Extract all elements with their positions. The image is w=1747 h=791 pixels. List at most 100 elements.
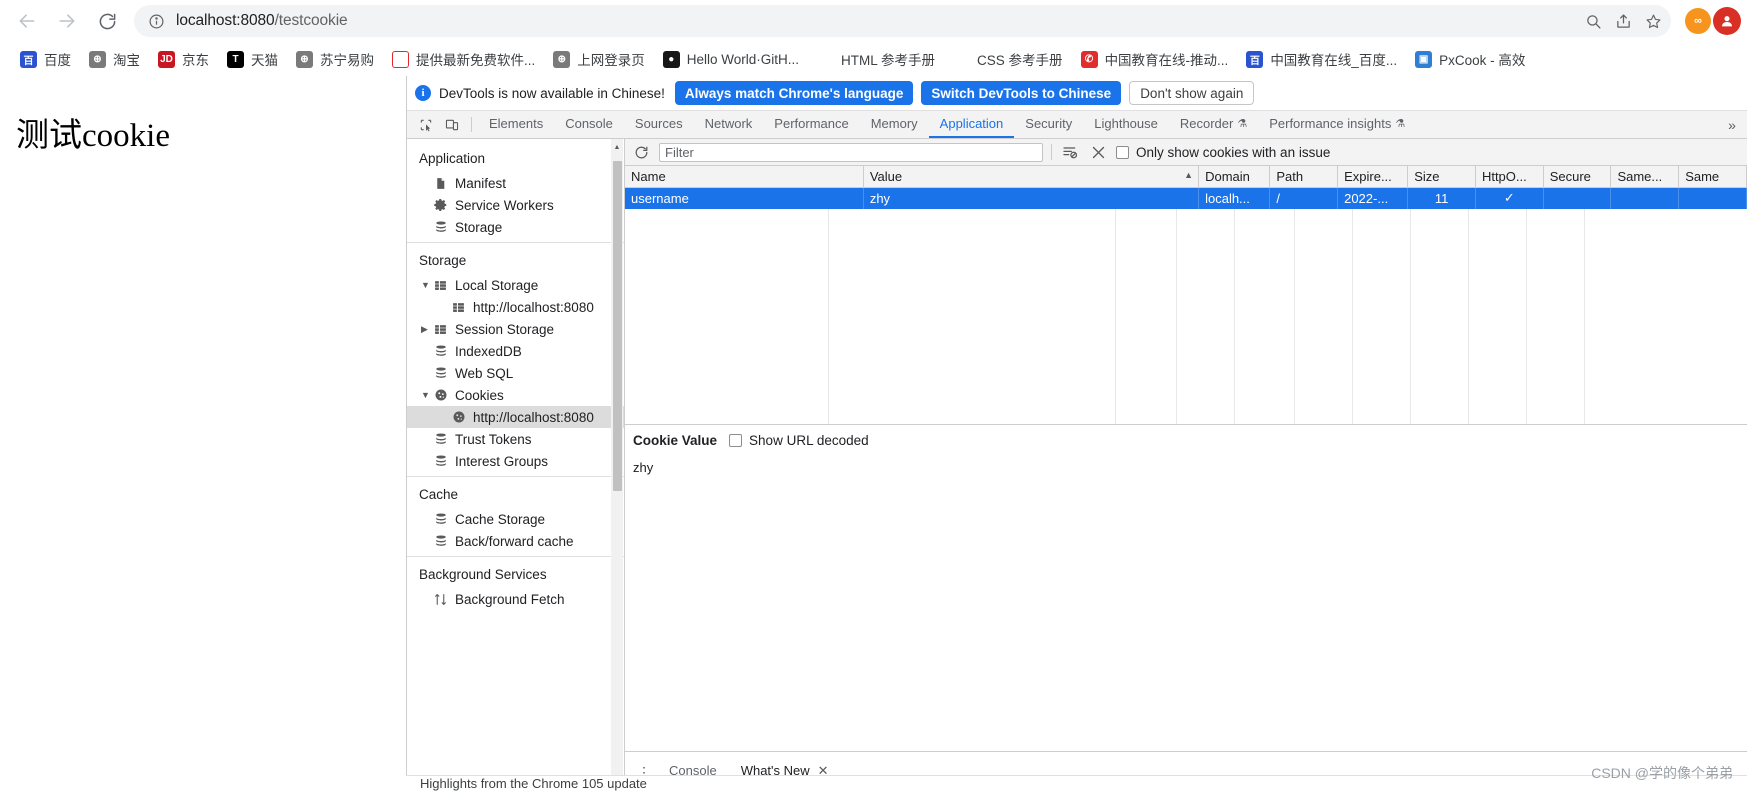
table-row[interactable]: username zhy localh... / 2022-... 11 ✓ (625, 187, 1747, 209)
tab-lighthouse[interactable]: Lighthouse (1083, 111, 1169, 138)
sidebar-scrollbar[interactable]: ▲ ▼ (611, 139, 623, 791)
bookmark-item[interactable]: U 提供最新免费软件... (386, 46, 541, 72)
share-icon[interactable] (1609, 7, 1637, 35)
inspect-element-icon[interactable] (413, 111, 439, 138)
scrollbar-up-arrow-icon[interactable]: ▲ (611, 141, 623, 154)
twisty-expanded-icon[interactable]: ▼ (421, 390, 431, 400)
cell-httponly[interactable]: ✓ (1475, 187, 1544, 209)
forward-button[interactable] (50, 4, 84, 38)
cell-name[interactable]: username (625, 187, 864, 209)
column-header-name[interactable]: Name (625, 166, 864, 188)
column-label: Value (869, 169, 903, 184)
sidebar-item-indexeddb[interactable]: IndexedDB (407, 340, 624, 362)
show-url-decoded-checkbox[interactable]: Show URL decoded (729, 433, 869, 448)
column-header-path[interactable]: Path (1269, 166, 1339, 188)
reload-button[interactable] (90, 4, 124, 38)
refresh-icon[interactable] (631, 142, 651, 162)
clear-all-cookies-x-icon[interactable] (1088, 142, 1108, 162)
back-button[interactable] (10, 4, 44, 38)
bookmark-label: 淘宝 (113, 53, 140, 68)
sidebar-item-trust-tokens[interactable]: Trust Tokens (407, 428, 624, 450)
sidebar-item-session-storage[interactable]: ▶ Session Storage (407, 318, 624, 340)
cookies-table-container: Name Value ▲ Domain Path Expire... Size H… (625, 166, 1747, 425)
sidebar-item-cookies[interactable]: ▼ Cookies (407, 384, 624, 406)
bookmark-item[interactable]: ● Hello World·GitH... (657, 46, 805, 72)
more-tabs-chevron-icon[interactable]: » (1717, 111, 1747, 138)
bookmark-item[interactable]: JD 京东 (152, 46, 215, 72)
sidebar-item-web-sql[interactable]: Web SQL (407, 362, 624, 384)
column-header-size[interactable]: Size (1407, 166, 1476, 188)
column-header-samesite[interactable]: Same... (1610, 166, 1680, 188)
column-header-domain[interactable]: Domain (1198, 166, 1271, 188)
cell-samepartykey[interactable] (1678, 187, 1747, 209)
sidebar-item-background-fetch[interactable]: Background Fetch (407, 588, 624, 610)
bookmark-item[interactable]: 3 CSS 参考手册 (947, 46, 1069, 72)
bookmark-item[interactable]: ⊕ 上网登录页 (547, 46, 651, 72)
cell-domain[interactable]: localh... (1198, 187, 1271, 209)
sidebar-item-cache-storage[interactable]: Cache Storage (407, 508, 624, 530)
twisty-expanded-icon[interactable]: ▼ (421, 280, 431, 290)
tab-sources[interactable]: Sources (624, 111, 694, 138)
device-toolbar-icon[interactable] (439, 111, 465, 138)
cell-samesite[interactable] (1610, 187, 1680, 209)
only-show-issue-cookies-checkbox[interactable]: Only show cookies with an issue (1116, 145, 1330, 160)
column-header-httponly[interactable]: HttpO... (1475, 166, 1544, 188)
tab-security[interactable]: Security (1014, 111, 1083, 138)
always-match-language-button[interactable]: Always match Chrome's language (674, 81, 914, 105)
bookmark-label: 京东 (182, 53, 209, 68)
star-bookmark-icon[interactable] (1639, 7, 1667, 35)
dont-show-again-button[interactable]: Don't show again (1129, 81, 1255, 105)
twisty-collapsed-icon[interactable]: ▶ (421, 324, 431, 334)
column-header-expires[interactable]: Expire... (1337, 166, 1409, 188)
sidebar-item-storage[interactable]: Storage (407, 216, 624, 238)
baidu-icon: 百 (1246, 50, 1264, 68)
zoom-search-icon[interactable] (1579, 7, 1607, 35)
column-header-samepartykey[interactable]: Same (1678, 166, 1747, 188)
checkbox-box[interactable] (1116, 145, 1129, 159)
filter-input[interactable]: Filter (659, 142, 1043, 162)
url-path: /testcookie (274, 12, 348, 29)
column-label: Secure (1549, 169, 1591, 184)
tab-performance-insights[interactable]: Performance insights ⚗ (1258, 111, 1416, 138)
sidebar-item-cookies-origin[interactable]: http://localhost:8080 (407, 406, 624, 428)
tab-performance[interactable]: Performance (763, 111, 859, 138)
bookmark-item[interactable]: 百百度 (14, 46, 77, 72)
cell-path[interactable]: / (1269, 187, 1339, 209)
sidebar-item-interest-groups[interactable]: Interest Groups (407, 450, 624, 472)
bookmark-item[interactable]: 百中国教育在线_百度... (1240, 46, 1403, 72)
cell-value[interactable]: zhy (863, 187, 1200, 209)
bookmark-label: 百度 (44, 53, 71, 68)
tab-memory[interactable]: Memory (860, 111, 929, 138)
sidebar-item-local-storage-origin[interactable]: http://localhost:8080 (407, 296, 624, 318)
column-header-value[interactable]: Value ▲ (863, 166, 1200, 188)
profile-avatar[interactable] (1713, 7, 1741, 35)
checkbox-box[interactable] (729, 434, 743, 447)
clear-filtered-cookies-icon[interactable] (1060, 142, 1080, 162)
sidebar-item-manifest[interactable]: Manifest (407, 172, 624, 194)
bookmark-item[interactable]: ✆ 中国教育在线-推动... (1075, 46, 1235, 72)
bookmark-item[interactable]: ⊕ 淘宝 (83, 46, 146, 72)
sidebar-item-service-workers[interactable]: Service Workers (407, 194, 624, 216)
sidebar-item-local-storage[interactable]: ▼ Local Storage (407, 274, 624, 296)
sidebar-item-back-forward-cache[interactable]: Back/forward cache (407, 530, 624, 552)
checkbox-label: Show URL decoded (749, 433, 869, 448)
tab-network[interactable]: Network (694, 111, 764, 138)
scrollbar-thumb[interactable] (613, 161, 622, 491)
cell-expires[interactable]: 2022-... (1337, 187, 1409, 209)
tab-recorder[interactable]: Recorder ⚗ (1169, 111, 1258, 138)
tab-label: Console (565, 116, 613, 131)
bookmark-item[interactable]: 3 HTML 参考手册 (811, 46, 941, 72)
site-info-icon[interactable] (148, 13, 165, 30)
column-header-secure[interactable]: Secure (1543, 166, 1612, 188)
cell-secure[interactable] (1543, 187, 1612, 209)
infinity-extension-icon[interactable]: ∞ (1685, 8, 1711, 34)
switch-devtools-to-chinese-button[interactable]: Switch DevTools to Chinese (921, 81, 1122, 105)
cell-size[interactable]: 11 (1407, 187, 1476, 209)
address-bar[interactable]: localhost:8080/testcookie (134, 5, 1671, 37)
bookmark-item[interactable]: ▣ PxCook - 高效 (1409, 46, 1531, 72)
bookmark-item[interactable]: T 天猫 (221, 46, 284, 72)
tab-console[interactable]: Console (554, 111, 624, 138)
tab-elements[interactable]: Elements (478, 111, 554, 138)
bookmark-item[interactable]: ⊕ 苏宁易购 (290, 46, 380, 72)
tab-application[interactable]: Application (928, 111, 1015, 138)
